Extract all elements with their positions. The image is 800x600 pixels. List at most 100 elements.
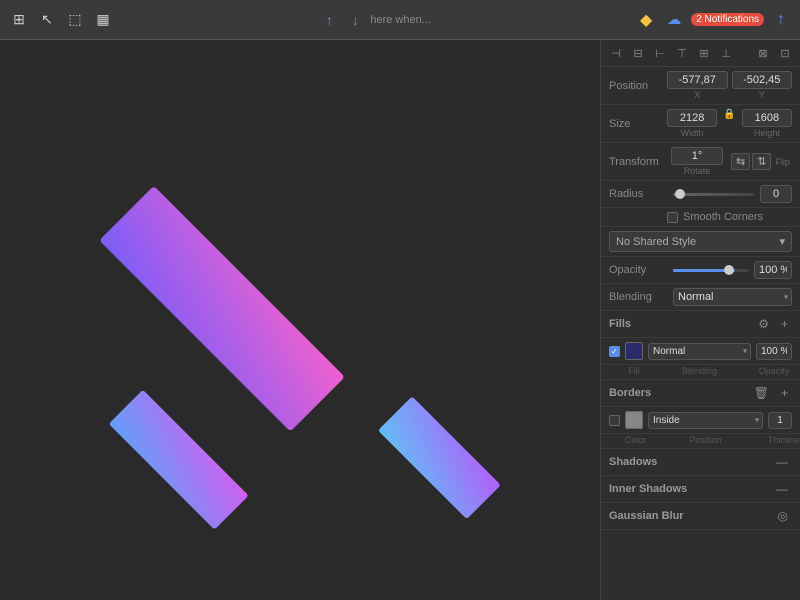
border-thickness-sublabel: Thickness bbox=[768, 435, 792, 445]
opacity-slider[interactable] bbox=[673, 269, 748, 272]
gaussian-blur-icon[interactable]: ◎ bbox=[774, 508, 792, 524]
blending-select-wrap: Normal Multiply Screen Overlay ▾ bbox=[673, 288, 792, 306]
width-input[interactable] bbox=[667, 109, 717, 127]
group-icon[interactable]: ▦ bbox=[92, 9, 114, 31]
y-input[interactable] bbox=[732, 71, 793, 89]
shape-large[interactable] bbox=[99, 186, 345, 432]
transform-row: Transform Rotate ⇆ ⇅ Flip bbox=[601, 143, 800, 181]
radius-slider[interactable] bbox=[673, 193, 754, 196]
fills-add-icon[interactable]: + bbox=[777, 316, 792, 332]
opacity-input[interactable] bbox=[754, 261, 792, 279]
shadows-collapse-icon[interactable]: — bbox=[772, 454, 792, 470]
lock-icon[interactable]: 🔒 bbox=[721, 109, 737, 138]
select-icon[interactable]: ⬚ bbox=[64, 9, 86, 31]
radius-input[interactable] bbox=[760, 185, 792, 203]
shared-style-value: No Shared Style bbox=[616, 236, 696, 248]
radius-thumb[interactable] bbox=[675, 189, 685, 199]
size-label: Size bbox=[609, 118, 667, 130]
align-left-icon[interactable]: ⊣ bbox=[607, 44, 625, 62]
shadows-section-header[interactable]: Shadows — bbox=[601, 449, 800, 476]
align-bottom-icon[interactable]: ⊥ bbox=[717, 44, 735, 62]
borders-trash-icon[interactable]: 🗑 bbox=[750, 385, 773, 401]
fill-opacity-input[interactable] bbox=[756, 343, 792, 360]
fill-color-swatch[interactable] bbox=[625, 342, 643, 360]
position-inputs: X Y bbox=[667, 71, 792, 100]
y-sublabel: Y bbox=[732, 90, 793, 100]
upload-icon[interactable]: ↑ bbox=[318, 9, 340, 31]
flip-sublabel: Flip bbox=[775, 157, 790, 167]
smooth-corners-checkbox[interactable] bbox=[667, 212, 678, 223]
fills-actions: ⚙ + bbox=[754, 316, 792, 332]
fills-section-header[interactable]: Fills ⚙ + bbox=[601, 311, 800, 338]
grid-icon[interactable]: ⊞ bbox=[8, 9, 30, 31]
height-input-group: Height bbox=[742, 109, 792, 138]
border-position-select[interactable]: Inside Outside Center bbox=[648, 412, 763, 429]
opacity-label: Opacity bbox=[609, 264, 667, 276]
main-area: ⊣ ⊟ ⊢ ⊤ ⊞ ⊥ ⊠ ⊡ Position X Y bbox=[0, 40, 800, 600]
shape-container bbox=[0, 40, 600, 600]
shadows-actions: — bbox=[772, 454, 792, 470]
shared-style-arrow: ▾ bbox=[779, 235, 785, 248]
align-center-v-icon[interactable]: ⊞ bbox=[695, 44, 713, 62]
inner-shadows-actions: — bbox=[772, 481, 792, 497]
gaussian-blur-actions: ◎ bbox=[774, 508, 792, 524]
gaussian-blur-section-header[interactable]: Gaussian Blur ◎ bbox=[601, 503, 800, 530]
shape-small-right[interactable] bbox=[378, 396, 501, 519]
fills-settings-icon[interactable]: ⚙ bbox=[754, 316, 773, 332]
toolbar-center: ↑ ↓ here when... bbox=[318, 9, 431, 31]
x-input[interactable] bbox=[667, 71, 728, 89]
shared-style-row: No Shared Style ▾ bbox=[601, 227, 800, 257]
border-enabled-checkbox[interactable] bbox=[609, 415, 620, 426]
height-sublabel: Height bbox=[742, 128, 792, 138]
blending-select[interactable]: Normal Multiply Screen Overlay bbox=[673, 288, 792, 306]
notifications[interactable]: 2 Notifications bbox=[691, 13, 764, 26]
inner-shadows-collapse-icon[interactable]: — bbox=[772, 481, 792, 497]
rotate-input-wrap: Rotate bbox=[671, 147, 723, 176]
notification-badge: 2 Notifications bbox=[691, 13, 764, 26]
align-center-h-icon[interactable]: ⊟ bbox=[629, 44, 647, 62]
shared-style-select[interactable]: No Shared Style ▾ bbox=[609, 231, 792, 252]
fill-blend-select-wrap: Normal ▾ bbox=[648, 343, 751, 360]
border-check-sublabel bbox=[609, 435, 620, 445]
fills-section-title: Fills bbox=[609, 318, 754, 330]
fill-blend-select[interactable]: Normal bbox=[648, 343, 751, 360]
borders-add-icon[interactable]: + bbox=[777, 385, 792, 401]
borders-section-title: Borders bbox=[609, 387, 750, 399]
blending-label: Blending bbox=[609, 291, 667, 303]
border-item-row: Inside Outside Center ▾ bbox=[601, 407, 800, 434]
border-color-swatch[interactable] bbox=[625, 411, 643, 429]
border-thickness-input[interactable] bbox=[768, 412, 792, 429]
inner-shadows-section-title: Inner Shadows bbox=[609, 483, 772, 495]
align-right-icon[interactable]: ⊢ bbox=[651, 44, 669, 62]
fill-sublabels-row: Fill Blending Opacity bbox=[601, 365, 800, 380]
smooth-corners-row: Smooth Corners bbox=[601, 208, 800, 227]
transform-label: Transform bbox=[609, 156, 667, 168]
inner-shadows-section-header[interactable]: Inner Shadows — bbox=[601, 476, 800, 503]
canvas-svg bbox=[0, 40, 600, 600]
distribute-v-icon[interactable]: ⊡ bbox=[776, 44, 794, 62]
smooth-corners-label: Smooth Corners bbox=[683, 211, 763, 223]
distribute-h-icon[interactable]: ⊠ bbox=[754, 44, 772, 62]
radius-label: Radius bbox=[609, 188, 667, 200]
shape-small-left[interactable] bbox=[109, 390, 249, 530]
shadows-section-title: Shadows bbox=[609, 456, 772, 468]
rotate-input[interactable] bbox=[671, 147, 723, 165]
right-panel: ⊣ ⊟ ⊢ ⊤ ⊞ ⊥ ⊠ ⊡ Position X Y bbox=[600, 40, 800, 600]
flip-h-icon[interactable]: ⇆ bbox=[731, 153, 750, 170]
height-input[interactable] bbox=[742, 109, 792, 127]
export-icon[interactable]: ↑ bbox=[770, 9, 792, 31]
move-icon[interactable]: ↖ bbox=[36, 9, 58, 31]
placeholder-text: here when... bbox=[370, 14, 431, 26]
sketch-icon[interactable]: ◆ bbox=[635, 9, 657, 31]
align-top-icon[interactable]: ⊤ bbox=[673, 44, 691, 62]
border-position-sublabel: Position bbox=[648, 435, 763, 445]
cloud-icon[interactable]: ☁ bbox=[663, 9, 685, 31]
flip-v-icon[interactable]: ⇅ bbox=[752, 153, 771, 170]
canvas[interactable] bbox=[0, 40, 600, 600]
blending-row: Blending Normal Multiply Screen Overlay … bbox=[601, 284, 800, 311]
borders-section-header[interactable]: Borders 🗑 + bbox=[601, 380, 800, 407]
alignment-toolbar: ⊣ ⊟ ⊢ ⊤ ⊞ ⊥ ⊠ ⊡ bbox=[601, 40, 800, 67]
opacity-thumb[interactable] bbox=[724, 265, 734, 275]
download-icon[interactable]: ↓ bbox=[344, 9, 366, 31]
fill-enabled-checkbox[interactable]: ✓ bbox=[609, 346, 620, 357]
